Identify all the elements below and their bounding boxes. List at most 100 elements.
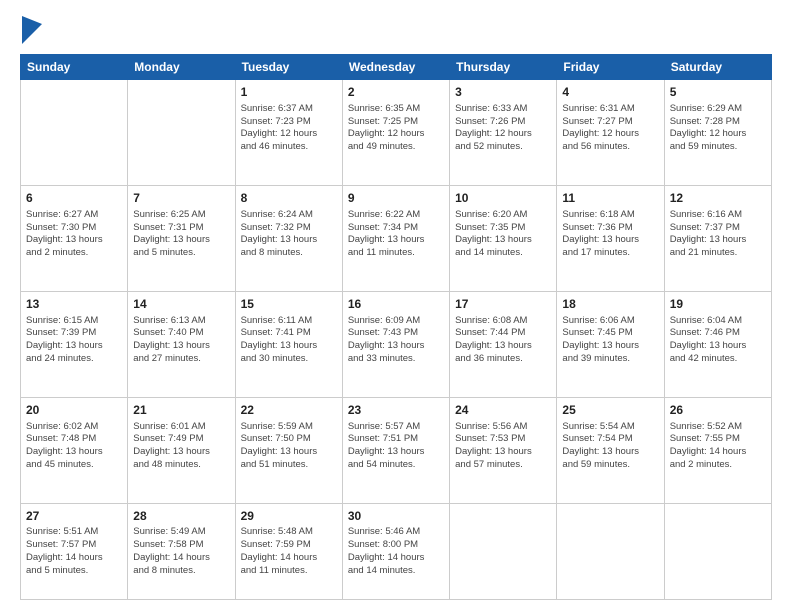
calendar-body: 1 Sunrise: 6:37 AMSunset: 7:23 PMDaylight… <box>21 80 772 600</box>
day-info: Sunrise: 6:01 AMSunset: 7:49 PMDaylight:… <box>133 421 229 472</box>
day-info: Sunrise: 5:57 AMSunset: 7:51 PMDaylight:… <box>348 421 444 472</box>
weekday-monday: Monday <box>128 55 235 80</box>
day-info: Sunrise: 6:22 AMSunset: 7:34 PMDaylight:… <box>348 209 444 260</box>
day-number: 11 <box>562 190 658 207</box>
calendar-cell: 20 Sunrise: 6:02 AMSunset: 7:48 PMDayligh… <box>21 397 128 503</box>
calendar-cell <box>557 503 664 599</box>
day-info: Sunrise: 6:06 AMSunset: 7:45 PMDaylight:… <box>562 315 658 366</box>
day-number: 21 <box>133 402 229 419</box>
day-number: 25 <box>562 402 658 419</box>
calendar-cell: 6 Sunrise: 6:27 AMSunset: 7:30 PMDaylight… <box>21 185 128 291</box>
weekday-friday: Friday <box>557 55 664 80</box>
calendar-cell: 30Sunrise: 5:46 AMSunset: 8:00 PMDayligh… <box>342 503 449 599</box>
day-number: 3 <box>455 84 551 101</box>
day-info: Sunrise: 6:18 AMSunset: 7:36 PMDaylight:… <box>562 209 658 260</box>
day-info: Sunrise: 5:59 AMSunset: 7:50 PMDaylight:… <box>241 421 337 472</box>
calendar-cell: 29Sunrise: 5:48 AMSunset: 7:59 PMDayligh… <box>235 503 342 599</box>
calendar-cell: 27Sunrise: 5:51 AMSunset: 7:57 PMDayligh… <box>21 503 128 599</box>
day-info: Sunrise: 5:56 AMSunset: 7:53 PMDaylight:… <box>455 421 551 472</box>
day-number: 23 <box>348 402 444 419</box>
weekday-wednesday: Wednesday <box>342 55 449 80</box>
day-info: Sunrise: 5:46 AMSunset: 8:00 PMDaylight:… <box>348 526 444 577</box>
calendar-row-5: 27Sunrise: 5:51 AMSunset: 7:57 PMDayligh… <box>21 503 772 599</box>
calendar-cell: 22 Sunrise: 5:59 AMSunset: 7:50 PMDayligh… <box>235 397 342 503</box>
day-number: 13 <box>26 296 122 313</box>
calendar-cell: 23 Sunrise: 5:57 AMSunset: 7:51 PMDayligh… <box>342 397 449 503</box>
calendar-cell: 28Sunrise: 5:49 AMSunset: 7:58 PMDayligh… <box>128 503 235 599</box>
day-number: 4 <box>562 84 658 101</box>
day-number: 9 <box>348 190 444 207</box>
calendar-cell <box>21 80 128 186</box>
calendar-cell: 25 Sunrise: 5:54 AMSunset: 7:54 PMDayligh… <box>557 397 664 503</box>
calendar-header: SundayMondayTuesdayWednesdayThursdayFrid… <box>21 55 772 80</box>
day-number: 26 <box>670 402 766 419</box>
day-number: 16 <box>348 296 444 313</box>
calendar-cell: 2 Sunrise: 6:35 AMSunset: 7:25 PMDaylight… <box>342 80 449 186</box>
day-info: Sunrise: 6:20 AMSunset: 7:35 PMDaylight:… <box>455 209 551 260</box>
day-number: 30 <box>348 508 444 525</box>
day-info: Sunrise: 5:48 AMSunset: 7:59 PMDaylight:… <box>241 526 337 577</box>
day-number: 24 <box>455 402 551 419</box>
calendar-cell: 9 Sunrise: 6:22 AMSunset: 7:34 PMDaylight… <box>342 185 449 291</box>
calendar-row-1: 1 Sunrise: 6:37 AMSunset: 7:23 PMDaylight… <box>21 80 772 186</box>
calendar-row-3: 13 Sunrise: 6:15 AMSunset: 7:39 PMDayligh… <box>21 291 772 397</box>
day-info: Sunrise: 6:35 AMSunset: 7:25 PMDaylight:… <box>348 103 444 154</box>
day-info: Sunrise: 6:02 AMSunset: 7:48 PMDaylight:… <box>26 421 122 472</box>
day-number: 7 <box>133 190 229 207</box>
calendar-cell <box>128 80 235 186</box>
calendar-cell: 8Sunrise: 6:24 AMSunset: 7:32 PMDaylight… <box>235 185 342 291</box>
day-number: 1 <box>241 84 337 101</box>
day-number: 20 <box>26 402 122 419</box>
calendar-cell: 3 Sunrise: 6:33 AMSunset: 7:26 PMDaylight… <box>450 80 557 186</box>
day-info: Sunrise: 6:04 AMSunset: 7:46 PMDaylight:… <box>670 315 766 366</box>
day-info: Sunrise: 6:29 AMSunset: 7:28 PMDaylight:… <box>670 103 766 154</box>
calendar-cell: 21 Sunrise: 6:01 AMSunset: 7:49 PMDayligh… <box>128 397 235 503</box>
day-number: 19 <box>670 296 766 313</box>
calendar-cell <box>664 503 771 599</box>
day-number: 22 <box>241 402 337 419</box>
day-number: 6 <box>26 190 122 207</box>
calendar-cell: 5 Sunrise: 6:29 AMSunset: 7:28 PMDaylight… <box>664 80 771 186</box>
day-info: Sunrise: 6:27 AMSunset: 7:30 PMDaylight:… <box>26 209 122 260</box>
calendar-cell: 11 Sunrise: 6:18 AMSunset: 7:36 PMDayligh… <box>557 185 664 291</box>
calendar-cell: 18Sunrise: 6:06 AMSunset: 7:45 PMDayligh… <box>557 291 664 397</box>
day-number: 8 <box>241 190 337 207</box>
calendar-cell <box>450 503 557 599</box>
page: SundayMondayTuesdayWednesdayThursdayFrid… <box>0 0 792 612</box>
day-number: 15 <box>241 296 337 313</box>
day-info: Sunrise: 6:33 AMSunset: 7:26 PMDaylight:… <box>455 103 551 154</box>
calendar-cell: 10 Sunrise: 6:20 AMSunset: 7:35 PMDayligh… <box>450 185 557 291</box>
day-info: Sunrise: 6:25 AMSunset: 7:31 PMDaylight:… <box>133 209 229 260</box>
day-info: Sunrise: 6:08 AMSunset: 7:44 PMDaylight:… <box>455 315 551 366</box>
weekday-thursday: Thursday <box>450 55 557 80</box>
day-number: 5 <box>670 84 766 101</box>
day-number: 12 <box>670 190 766 207</box>
day-number: 10 <box>455 190 551 207</box>
calendar-cell: 7 Sunrise: 6:25 AMSunset: 7:31 PMDaylight… <box>128 185 235 291</box>
weekday-header-row: SundayMondayTuesdayWednesdayThursdayFrid… <box>21 55 772 80</box>
calendar-cell: 1 Sunrise: 6:37 AMSunset: 7:23 PMDaylight… <box>235 80 342 186</box>
day-number: 27 <box>26 508 122 525</box>
calendar-table: SundayMondayTuesdayWednesdayThursdayFrid… <box>20 54 772 600</box>
day-info: Sunrise: 6:13 AMSunset: 7:40 PMDaylight:… <box>133 315 229 366</box>
day-info: Sunrise: 6:15 AMSunset: 7:39 PMDaylight:… <box>26 315 122 366</box>
logo <box>20 16 42 44</box>
day-number: 17 <box>455 296 551 313</box>
day-number: 2 <box>348 84 444 101</box>
day-info: Sunrise: 6:11 AMSunset: 7:41 PMDaylight:… <box>241 315 337 366</box>
day-info: Sunrise: 5:49 AMSunset: 7:58 PMDaylight:… <box>133 526 229 577</box>
calendar-cell: 15 Sunrise: 6:11 AMSunset: 7:41 PMDayligh… <box>235 291 342 397</box>
weekday-tuesday: Tuesday <box>235 55 342 80</box>
calendar-row-4: 20 Sunrise: 6:02 AMSunset: 7:48 PMDayligh… <box>21 397 772 503</box>
day-number: 14 <box>133 296 229 313</box>
day-info: Sunrise: 5:54 AMSunset: 7:54 PMDaylight:… <box>562 421 658 472</box>
calendar-cell: 17 Sunrise: 6:08 AMSunset: 7:44 PMDayligh… <box>450 291 557 397</box>
calendar-cell: 4Sunrise: 6:31 AMSunset: 7:27 PMDaylight… <box>557 80 664 186</box>
logo-icon <box>22 16 42 44</box>
day-info: Sunrise: 6:37 AMSunset: 7:23 PMDaylight:… <box>241 103 337 154</box>
weekday-saturday: Saturday <box>664 55 771 80</box>
calendar-cell: 19 Sunrise: 6:04 AMSunset: 7:46 PMDayligh… <box>664 291 771 397</box>
day-info: Sunrise: 5:51 AMSunset: 7:57 PMDaylight:… <box>26 526 122 577</box>
day-info: Sunrise: 5:52 AMSunset: 7:55 PMDaylight:… <box>670 421 766 472</box>
calendar-cell: 24 Sunrise: 5:56 AMSunset: 7:53 PMDayligh… <box>450 397 557 503</box>
